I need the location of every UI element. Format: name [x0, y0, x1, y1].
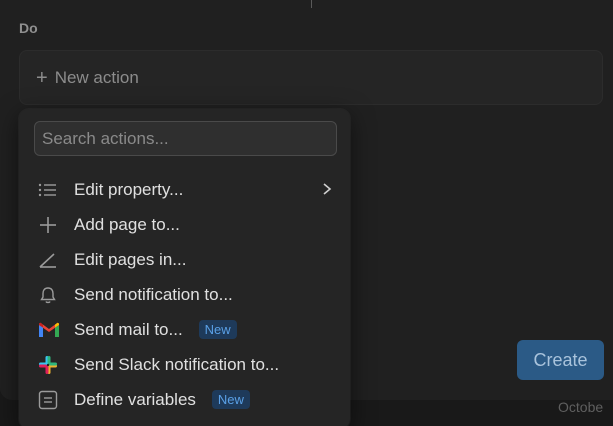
angle-pencil-icon [34, 242, 64, 277]
menu-item-label: Edit property... [74, 179, 184, 199]
flow-connector-line [311, 0, 312, 8]
new-action-label: New action [54, 67, 139, 87]
menu-item-label: Edit pages in... [74, 249, 187, 269]
bell-icon [34, 277, 64, 312]
actions-dropdown-menu: Edit property... Add page to... [19, 109, 350, 426]
menu-item-label: Add page to... [74, 214, 180, 234]
create-button[interactable]: Create [517, 340, 604, 380]
slack-icon [34, 347, 64, 382]
gmail-icon [34, 312, 64, 347]
plus-icon: + [36, 66, 48, 89]
menu-item-add-page[interactable]: Add page to... [34, 207, 337, 242]
chevron-right-icon [321, 182, 333, 201]
menu-item-send-notification[interactable]: Send notification to... [34, 277, 337, 312]
variables-icon [34, 382, 64, 417]
new-badge: New [211, 390, 250, 409]
menu-item-send-slack[interactable]: Send Slack notification to... [34, 347, 337, 382]
menu-item-define-variables[interactable]: Define variables New [34, 382, 337, 417]
do-section-label: Do [19, 20, 38, 36]
automation-editor: Octobe Do + New action Create Edit prope… [0, 0, 613, 426]
menu-item-edit-property[interactable]: Edit property... [34, 172, 337, 207]
background-date-text: Octobe [558, 399, 604, 415]
list-icon [34, 172, 64, 207]
search-actions-input[interactable] [34, 121, 337, 156]
menu-item-label: Send notification to... [74, 284, 233, 304]
new-badge: New [198, 320, 237, 339]
menu-item-send-mail[interactable]: Send mail to... New [34, 312, 337, 347]
new-action-button[interactable]: + New action [19, 50, 603, 105]
menu-item-label: Define variables [74, 389, 196, 409]
menu-item-label: Send Slack notification to... [74, 354, 280, 374]
plus-icon [34, 207, 64, 242]
menu-item-label: Send mail to... [74, 319, 183, 339]
menu-item-edit-pages[interactable]: Edit pages in... [34, 242, 337, 277]
